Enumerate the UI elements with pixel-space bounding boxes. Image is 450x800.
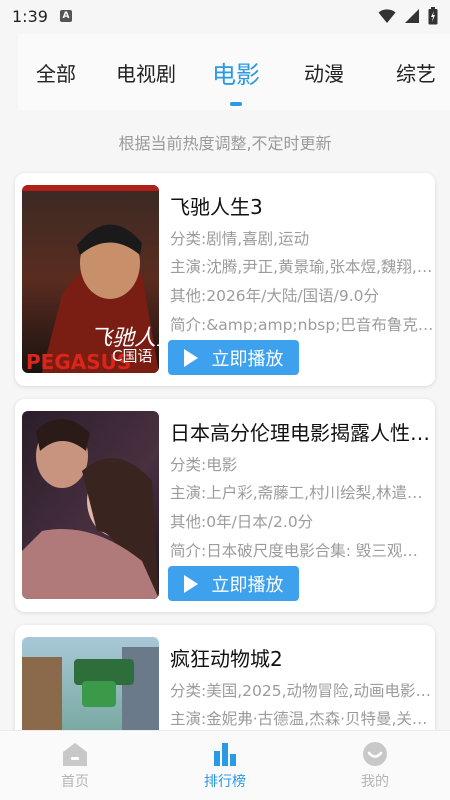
movie-other: 其他:0年/日本/2.0分 xyxy=(170,513,314,531)
status-bar: 1:39 A xyxy=(0,0,450,32)
bottom-nav: 首页 排行榜 我的 xyxy=(0,730,450,800)
movie-card[interactable]: 日本高分伦理电影揭露人性… 分类:电影 主演:上户彩,斋藤工,村川绘梨,林遣… … xyxy=(15,399,435,612)
nav-mine[interactable]: 我的 xyxy=(300,731,450,800)
movie-other: 其他:2026年/大陆/国语/9.0分 xyxy=(170,287,379,305)
movie-intro: 简介:日本破尺度电影合集: 毁三观… xyxy=(170,542,418,560)
movie-cast: 主演:上户彩,斋藤工,村川绘梨,林遣… xyxy=(170,484,423,502)
status-time: 1:39 xyxy=(12,6,48,26)
tab-all[interactable]: 全部 xyxy=(36,58,76,87)
poster-image xyxy=(22,411,159,599)
movie-poster[interactable]: 飞驰人生3 PEGASUS C国语 xyxy=(22,185,159,373)
tab-movie[interactable]: 电影 xyxy=(212,55,260,106)
movie-title[interactable]: 飞驰人生3 xyxy=(170,191,430,220)
tab-variety[interactable]: 综艺 xyxy=(396,58,436,87)
ranking-notice: 根据当前热度调整,不定时更新 xyxy=(118,134,332,153)
play-icon xyxy=(183,348,198,367)
play-button-label: 立即播放 xyxy=(211,574,284,596)
movie-poster[interactable] xyxy=(22,411,159,599)
signal-icon xyxy=(405,9,419,23)
nav-mine-label: 我的 xyxy=(361,773,389,790)
movie-cast: 主演:沈腾,尹正,黄景瑜,张本煜,魏翔,… xyxy=(170,258,433,276)
tab-tv[interactable]: 电视剧 xyxy=(116,58,176,87)
smile-icon xyxy=(363,741,387,766)
tab-anime[interactable]: 动漫 xyxy=(304,58,344,87)
play-button[interactable]: 立即播放 xyxy=(168,566,299,601)
play-button[interactable]: 立即播放 xyxy=(168,340,299,375)
notification-a-icon: A xyxy=(59,10,72,22)
tab-indicator xyxy=(230,101,242,106)
nav-home-label: 首页 xyxy=(61,773,89,790)
movie-category: 分类:美国,2025,动物冒险,动画电影,… xyxy=(170,682,435,700)
movie-category: 分类:电影 xyxy=(170,456,238,474)
poster-sub-text: C国语 xyxy=(112,347,152,365)
home-icon xyxy=(63,742,87,766)
nav-ranking-label: 排行榜 xyxy=(204,773,246,790)
movie-category: 分类:剧情,喜剧,运动 xyxy=(170,230,310,248)
movie-title[interactable]: 疯狂动物城2 xyxy=(170,643,430,672)
movie-cast: 主演:金妮弗·古德温,杰森·贝特曼,关… xyxy=(170,710,428,728)
nav-home[interactable]: 首页 xyxy=(0,731,150,800)
status-icons xyxy=(378,7,438,25)
nav-ranking[interactable]: 排行榜 xyxy=(150,731,300,800)
battery-icon xyxy=(428,7,438,25)
poster-image: 飞驰人生3 PEGASUS C国语 xyxy=(22,185,159,373)
wifi-icon xyxy=(378,9,396,23)
movie-card[interactable]: 飞驰人生3 PEGASUS C国语 飞驰人生3 分类:剧情,喜剧,运动 主演:沈… xyxy=(15,173,435,386)
movie-title[interactable]: 日本高分伦理电影揭露人性… xyxy=(170,417,430,446)
movie-intro: 简介:&amp;amp;nbsp;巴音布鲁克… xyxy=(170,316,434,334)
category-tabs: 全部 电视剧 电影 动漫 综艺 xyxy=(18,34,450,110)
chart-icon xyxy=(214,742,236,766)
play-icon xyxy=(183,574,198,593)
play-button-label: 立即播放 xyxy=(211,348,284,370)
